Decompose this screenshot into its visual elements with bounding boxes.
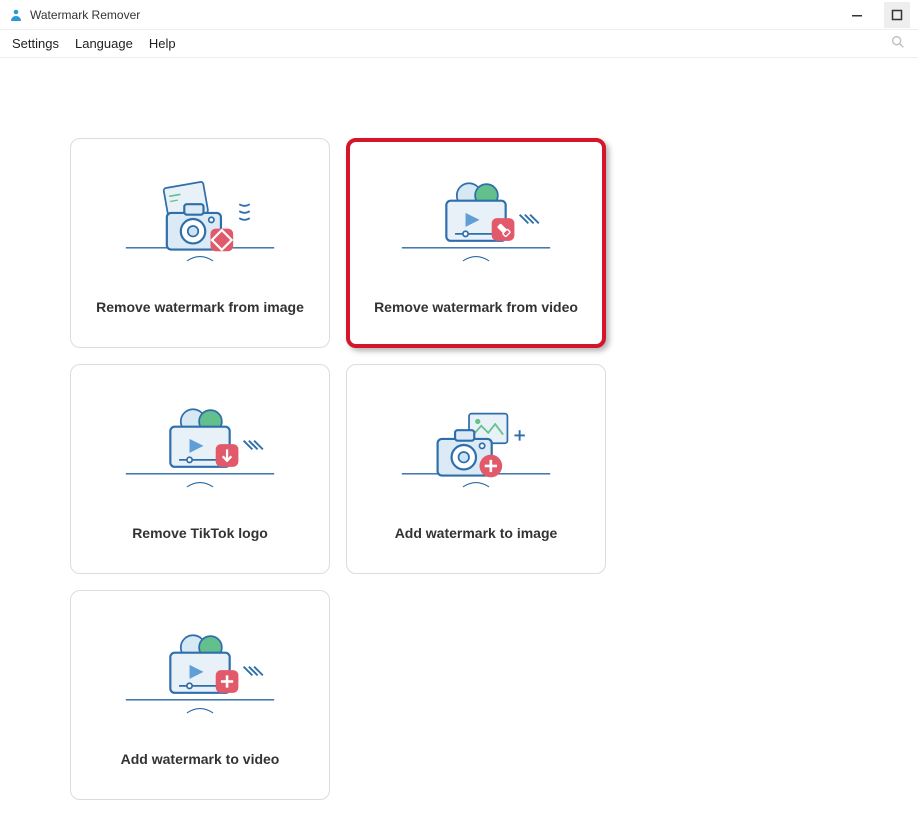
menu-bar: Settings Language Help [0, 30, 918, 58]
main-content: Remove watermark from image [0, 58, 918, 830]
menu-help[interactable]: Help [149, 36, 176, 51]
video-download-icon [100, 397, 300, 507]
card-label: Remove watermark from image [96, 299, 304, 315]
card-label: Add watermark to video [121, 751, 280, 767]
card-remove-watermark-video[interactable]: Remove watermark from video [346, 138, 606, 348]
video-plus-icon [100, 623, 300, 733]
app-title: Watermark Remover [30, 8, 140, 22]
title-bar: Watermark Remover [0, 0, 918, 30]
minimize-button[interactable] [848, 6, 866, 24]
card-label: Add watermark to image [395, 525, 558, 541]
search-icon[interactable] [890, 34, 906, 53]
menu-settings[interactable]: Settings [12, 36, 59, 51]
menu-language[interactable]: Language [75, 36, 133, 51]
card-label: Remove watermark from video [374, 299, 578, 315]
card-add-watermark-video[interactable]: Add watermark to video [70, 590, 330, 800]
maximize-button[interactable] [884, 2, 910, 28]
video-eraser-icon [376, 171, 576, 281]
camera-cancel-icon [100, 171, 300, 281]
card-add-watermark-image[interactable]: Add watermark to image [346, 364, 606, 574]
card-remove-watermark-image[interactable]: Remove watermark from image [70, 138, 330, 348]
card-remove-tiktok-logo[interactable]: Remove TikTok logo [70, 364, 330, 574]
camera-plus-icon [376, 397, 576, 507]
app-icon [8, 7, 24, 23]
card-label: Remove TikTok logo [132, 525, 268, 541]
